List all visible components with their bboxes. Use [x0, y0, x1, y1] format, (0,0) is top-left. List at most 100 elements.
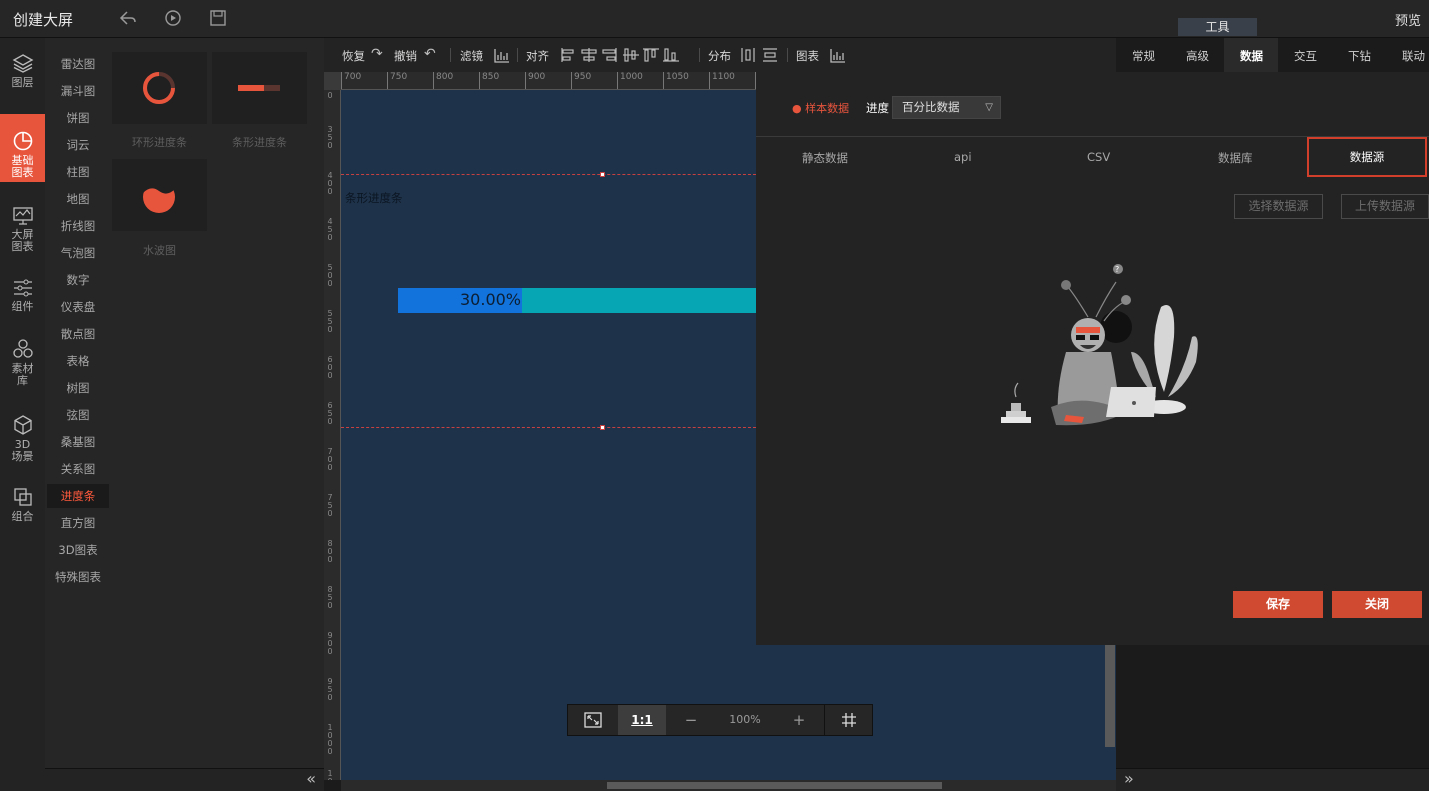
top-bar: 创建大屏 工具 预览: [0, 0, 1429, 38]
upload-data-source-button[interactable]: 上传数据源: [1341, 194, 1429, 219]
sub-item[interactable]: 关系图: [47, 457, 109, 481]
nav-item-layers[interactable]: 图层: [0, 52, 45, 100]
sub-item[interactable]: 折线图: [47, 214, 109, 238]
collapse-left-icon[interactable]: «: [306, 769, 316, 788]
nav-item-screen-charts[interactable]: 大屏图表: [0, 206, 45, 256]
sub-item[interactable]: 桑基图: [47, 430, 109, 454]
ruler-left: 0 3 5 0 4 0 0 4 5 0 5 0 0 5 5 0 6 0 0 6 5 0 7 0 …: [324, 90, 341, 780]
sub-item[interactable]: 树图: [47, 376, 109, 400]
ruler-tick-label: 900: [525, 72, 545, 89]
grid-icon: [841, 713, 856, 727]
filter-button[interactable]: 滤镜: [460, 48, 483, 64]
bar-progress-icon: [238, 85, 280, 91]
ruler-tick-label: 950: [571, 72, 591, 89]
thumb-ring-progress[interactable]: [112, 52, 207, 124]
guide-line-bottom: [341, 427, 761, 428]
sub-item[interactable]: 地图: [47, 187, 109, 211]
tab-api[interactable]: api: [954, 150, 972, 164]
progress-bar-text: 30.00%: [460, 290, 522, 309]
sub-item[interactable]: 弦图: [47, 403, 109, 427]
chart-icon[interactable]: [830, 48, 846, 63]
tab-database[interactable]: 数据库: [1218, 150, 1253, 166]
preview-button[interactable]: 预览: [1395, 10, 1421, 29]
tab-data-source[interactable]: 数据源: [1307, 137, 1427, 177]
nav-item-materials[interactable]: 素材库: [0, 338, 45, 394]
zoom-out-button[interactable]: −: [666, 705, 716, 735]
zoom-in-button[interactable]: +: [774, 705, 824, 735]
redo-button[interactable]: 恢复: [342, 48, 365, 64]
right-tab[interactable]: 下钻: [1348, 48, 1371, 64]
sidebar-footer: «: [45, 768, 324, 791]
distribute-icons[interactable]: [740, 47, 782, 63]
canvas-horizontal-scrollbar[interactable]: [607, 782, 942, 789]
sub-item[interactable]: 表格: [47, 349, 109, 373]
ruler-tick-label: 800: [433, 72, 453, 89]
triangle-down-icon: ▽: [985, 102, 993, 113]
nav-item-components[interactable]: 组件: [0, 278, 45, 320]
right-tab[interactable]: 交互: [1294, 48, 1317, 64]
sub-item[interactable]: 柱图: [47, 160, 109, 184]
pie-chart-icon: [13, 131, 32, 151]
nav-item-combine[interactable]: 组合: [0, 486, 45, 530]
nav-item-basic-charts[interactable]: 基础图表: [0, 114, 45, 182]
thumb-bar-progress[interactable]: [212, 52, 307, 124]
distribute-button[interactable]: 分布: [708, 48, 731, 64]
filter-chart-icon[interactable]: [494, 48, 510, 63]
align-button[interactable]: 对齐: [526, 48, 549, 64]
grid-toggle-button[interactable]: [824, 705, 872, 735]
right-tab[interactable]: 高级: [1186, 48, 1209, 64]
sub-item[interactable]: 数字: [47, 268, 109, 292]
sub-item[interactable]: 词云: [47, 133, 109, 157]
progress-type-select[interactable]: 百分比数据 ▽: [892, 96, 1001, 119]
guide-handle[interactable]: [600, 425, 605, 430]
chart-button[interactable]: 图表: [796, 48, 819, 64]
close-button[interactable]: 关闭: [1332, 591, 1422, 618]
tool-tab[interactable]: 工具: [1178, 18, 1257, 36]
progress-field-label: 进度: [866, 101, 889, 115]
sliders-icon: [13, 279, 32, 297]
undo-button[interactable]: 撤销: [394, 48, 417, 64]
tab-static-data[interactable]: 静态数据: [802, 150, 848, 166]
canvas-vertical-scrollbar[interactable]: [1105, 645, 1115, 747]
collapse-right-icon[interactable]: »: [1124, 769, 1134, 788]
right-tab[interactable]: 常规: [1132, 48, 1155, 64]
guide-handle[interactable]: [600, 172, 605, 177]
fit-screen-button[interactable]: [568, 705, 618, 735]
redo-icon[interactable]: ↷: [371, 46, 383, 62]
sub-item[interactable]: 特殊图表: [47, 565, 109, 589]
undo-icon[interactable]: ↶: [424, 46, 436, 62]
sub-item[interactable]: 进度条: [47, 484, 109, 508]
tab-csv[interactable]: CSV: [1087, 150, 1110, 164]
sub-item[interactable]: 直方图: [47, 511, 109, 535]
thumb-liquid-fill[interactable]: [112, 159, 207, 231]
component-label: 条形进度条: [345, 191, 403, 205]
nav-item-3d-scene[interactable]: 3D场景: [0, 414, 45, 470]
sample-data-label[interactable]: ● 样本数据: [792, 100, 849, 116]
nav-label: 基础图表: [11, 154, 34, 179]
sub-item[interactable]: 散点图: [47, 322, 109, 346]
right-tab[interactable]: 联动: [1402, 48, 1425, 64]
nav-label: 图层: [11, 76, 34, 89]
progress-bar-component[interactable]: 30.00%: [398, 288, 758, 313]
nav-label: 组件: [11, 300, 34, 313]
sample-data-text: 样本数据: [805, 102, 850, 115]
play-icon[interactable]: [163, 8, 183, 28]
back-icon[interactable]: [118, 8, 138, 28]
sub-item[interactable]: 气泡图: [47, 241, 109, 265]
align-icons[interactable]: [560, 47, 696, 63]
sub-item[interactable]: 饼图: [47, 106, 109, 130]
right-panel-footer: »: [1116, 768, 1429, 791]
liquid-fill-icon: [143, 179, 175, 213]
sub-item[interactable]: 3D图表: [47, 538, 109, 562]
right-tab[interactable]: 数据: [1240, 48, 1263, 64]
ruler-tick-label: 1100: [709, 72, 735, 89]
choose-data-source-button[interactable]: 选择数据源: [1234, 194, 1323, 219]
save-button[interactable]: 保存: [1233, 591, 1323, 618]
sub-item[interactable]: 雷达图: [47, 52, 109, 76]
nav-label: 大屏图表: [11, 228, 34, 253]
sub-item[interactable]: 漏斗图: [47, 79, 109, 103]
sub-item[interactable]: 仪表盘: [47, 295, 109, 319]
one-to-one-button[interactable]: 1:1: [618, 705, 666, 735]
ruler-tick-label: 6 0 0: [327, 355, 333, 380]
save-icon[interactable]: [208, 8, 228, 28]
